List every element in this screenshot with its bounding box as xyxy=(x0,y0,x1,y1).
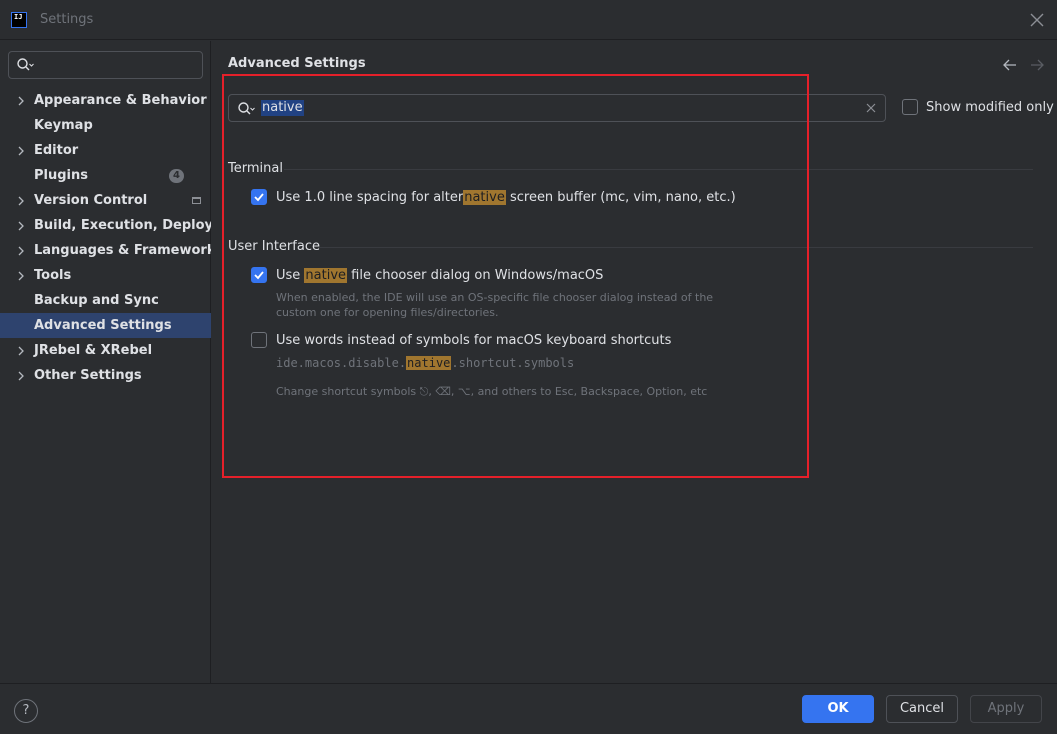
window-title: Settings xyxy=(40,12,94,27)
option-description: When enabled, the IDE will use an OS-spe… xyxy=(276,291,714,319)
intellij-logo-icon xyxy=(11,12,27,28)
arrow-right-icon[interactable] xyxy=(1029,57,1045,73)
chevron-right-icon[interactable] xyxy=(16,196,26,206)
close-icon[interactable] xyxy=(1027,10,1047,30)
chevron-right-icon[interactable] xyxy=(16,371,26,381)
group-title-user-interface: User Interface xyxy=(228,239,320,254)
group-title-terminal: Terminal xyxy=(228,161,283,176)
sidebar-item-label: Version Control xyxy=(34,193,148,208)
checkbox[interactable] xyxy=(251,332,267,348)
sidebar-item-build-execution-deployment[interactable]: Build, Execution, Deployment xyxy=(0,213,211,238)
checkmark-icon xyxy=(254,271,264,280)
arrow-left-icon[interactable] xyxy=(1002,57,1018,73)
group-divider xyxy=(284,169,1033,170)
sidebar-item-label: Build, Execution, Deployment xyxy=(34,218,211,233)
plugins-update-badge: 4 xyxy=(169,169,184,183)
checkbox-checked[interactable] xyxy=(251,189,267,205)
sidebar-item-label: Tools xyxy=(34,268,72,283)
option-label: Use native file chooser dialog on Window… xyxy=(276,268,604,283)
group-divider xyxy=(318,247,1033,248)
sidebar-item-label: Keymap xyxy=(34,118,93,133)
sidebar-item-label: Backup and Sync xyxy=(34,293,159,308)
option-label: Use 1.0 line spacing for alternative scr… xyxy=(276,190,736,205)
chevron-right-icon[interactable] xyxy=(16,346,26,356)
chevron-right-icon[interactable] xyxy=(16,271,26,281)
sidebar-item-editor[interactable]: Editor xyxy=(0,138,211,163)
sidebar-item-tools[interactable]: Tools xyxy=(0,263,211,288)
help-button[interactable]: ? xyxy=(14,699,38,723)
advanced-settings-search-input[interactable]: native xyxy=(228,94,886,122)
sidebar-item-plugins[interactable]: Plugins 4 xyxy=(0,163,211,188)
checkbox-checked[interactable] xyxy=(251,267,267,283)
ok-button[interactable]: OK xyxy=(802,695,874,723)
sidebar-item-label: Editor xyxy=(34,143,79,158)
sidebar-item-jrebel-xrebel[interactable]: JRebel & XRebel xyxy=(0,338,211,363)
search-icon xyxy=(17,58,34,71)
cancel-button[interactable]: Cancel xyxy=(886,695,958,723)
sidebar-search-input[interactable] xyxy=(8,51,203,79)
sidebar-item-version-control[interactable]: Version Control xyxy=(0,188,211,213)
chevron-right-icon[interactable] xyxy=(16,246,26,256)
checkbox[interactable] xyxy=(902,99,918,115)
project-level-icon xyxy=(192,197,201,204)
search-match-highlight: native xyxy=(304,268,348,283)
sidebar-item-label: Advanced Settings xyxy=(34,318,172,333)
search-icon xyxy=(238,102,255,115)
dialog-footer: ? OK Cancel Apply xyxy=(0,683,1057,734)
sidebar-item-backup-sync[interactable]: Backup and Sync xyxy=(0,288,211,313)
show-modified-only-label: Show modified only xyxy=(926,100,1054,115)
sidebar-item-label: Appearance & Behavior xyxy=(34,93,207,108)
chevron-right-icon[interactable] xyxy=(16,221,26,231)
sidebar-item-advanced-settings[interactable]: Advanced Settings xyxy=(0,313,211,338)
page-title: Advanced Settings xyxy=(228,56,366,71)
sidebar-item-other-settings[interactable]: Other Settings xyxy=(0,363,211,388)
sidebar-item-label: Other Settings xyxy=(34,368,142,383)
option-label: Use words instead of symbols for macOS k… xyxy=(276,333,672,348)
option-description: Change shortcut symbols ⎋, ⌫, ⌥, and oth… xyxy=(276,385,708,398)
clear-search-icon[interactable] xyxy=(866,103,876,113)
chevron-right-icon[interactable] xyxy=(16,96,26,106)
chevron-right-icon[interactable] xyxy=(16,146,26,156)
registry-key: ide.macos.disable.native.shortcut.symbol… xyxy=(276,356,575,370)
settings-content: Advanced Settings native Show modified o… xyxy=(212,41,1057,683)
settings-tree: Appearance & Behavior Keymap Editor Plug… xyxy=(0,88,211,388)
sidebar-item-appearance-behavior[interactable]: Appearance & Behavior xyxy=(0,88,211,113)
sidebar-item-label: JRebel & XRebel xyxy=(34,343,153,358)
search-match-highlight: native xyxy=(406,356,452,370)
sidebar-item-languages-frameworks[interactable]: Languages & Frameworks xyxy=(0,238,211,263)
sidebar-item-label: Languages & Frameworks xyxy=(34,243,211,258)
search-query-text[interactable]: native xyxy=(261,100,304,116)
settings-sidebar: Appearance & Behavior Keymap Editor Plug… xyxy=(0,41,211,683)
sidebar-item-keymap[interactable]: Keymap xyxy=(0,113,211,138)
sidebar-item-label: Plugins xyxy=(34,168,88,183)
title-bar: Settings xyxy=(0,0,1057,40)
apply-button[interactable]: Apply xyxy=(970,695,1042,723)
checkmark-icon xyxy=(254,193,264,202)
search-match-highlight: native xyxy=(463,190,506,205)
